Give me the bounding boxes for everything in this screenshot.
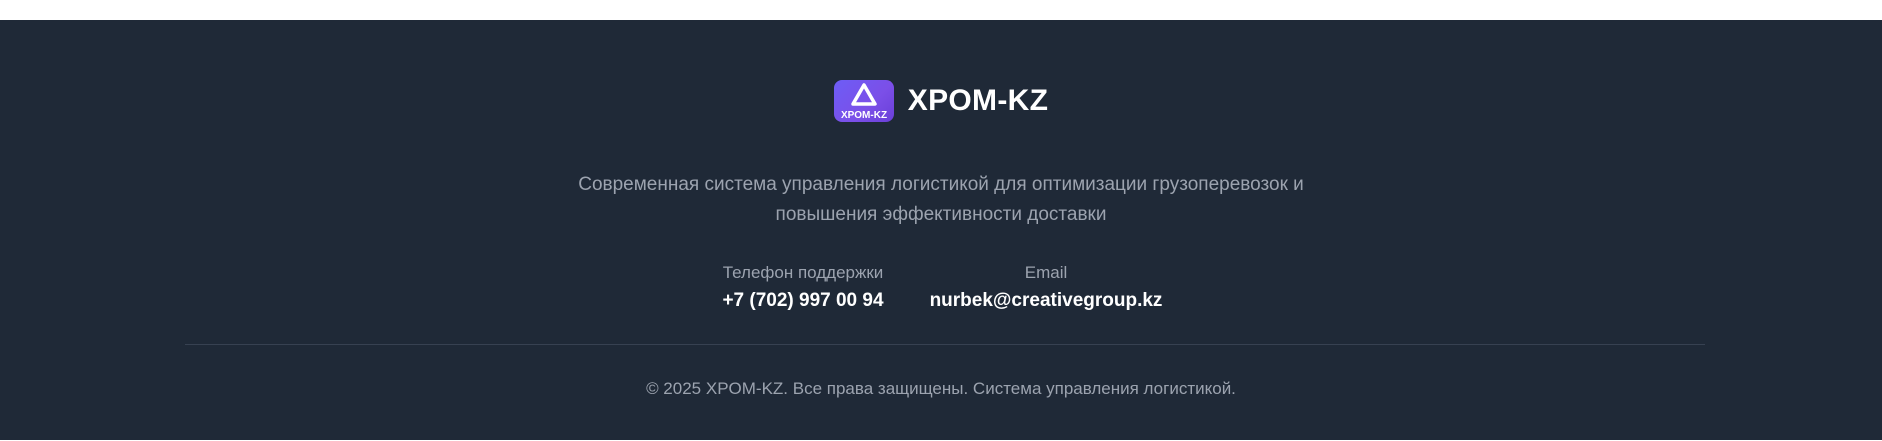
footer-brand[interactable]: XPOM-KZ XPOM-KZ <box>0 80 1882 122</box>
phone-link[interactable]: +7 (702) 997 00 94 <box>718 286 888 316</box>
copyright-text: © 2025 XPOM-KZ. Все права защищены. Сист… <box>646 379 1236 398</box>
footer-divider <box>185 344 1705 345</box>
brand-logo-icon: XPOM-KZ <box>833 80 894 122</box>
footer-contacts: Телефон поддержки +7 (702) 997 00 94 Ema… <box>0 262 1882 316</box>
footer-tagline: Современная система управления логистико… <box>0 170 1882 230</box>
brand-name: XPOM-KZ <box>907 84 1049 117</box>
phone-label: Телефон поддержки <box>722 263 884 282</box>
contact-phone: Телефон поддержки +7 (702) 997 00 94 <box>718 262 888 316</box>
tagline-line-2: повышения эффективности доставки <box>775 204 1107 225</box>
email-link[interactable]: nurbek@creativegroup.kz <box>928 286 1164 316</box>
contact-email: Email nurbek@creativegroup.kz <box>928 262 1164 316</box>
site-footer: XPOM-KZ XPOM-KZ Современная система упра… <box>0 20 1882 440</box>
email-label: Email <box>1024 263 1068 282</box>
page-top-strip <box>0 0 1882 20</box>
tagline-line-1: Современная система управления логистико… <box>578 174 1304 195</box>
brand-logo-text: XPOM-KZ <box>841 110 887 121</box>
